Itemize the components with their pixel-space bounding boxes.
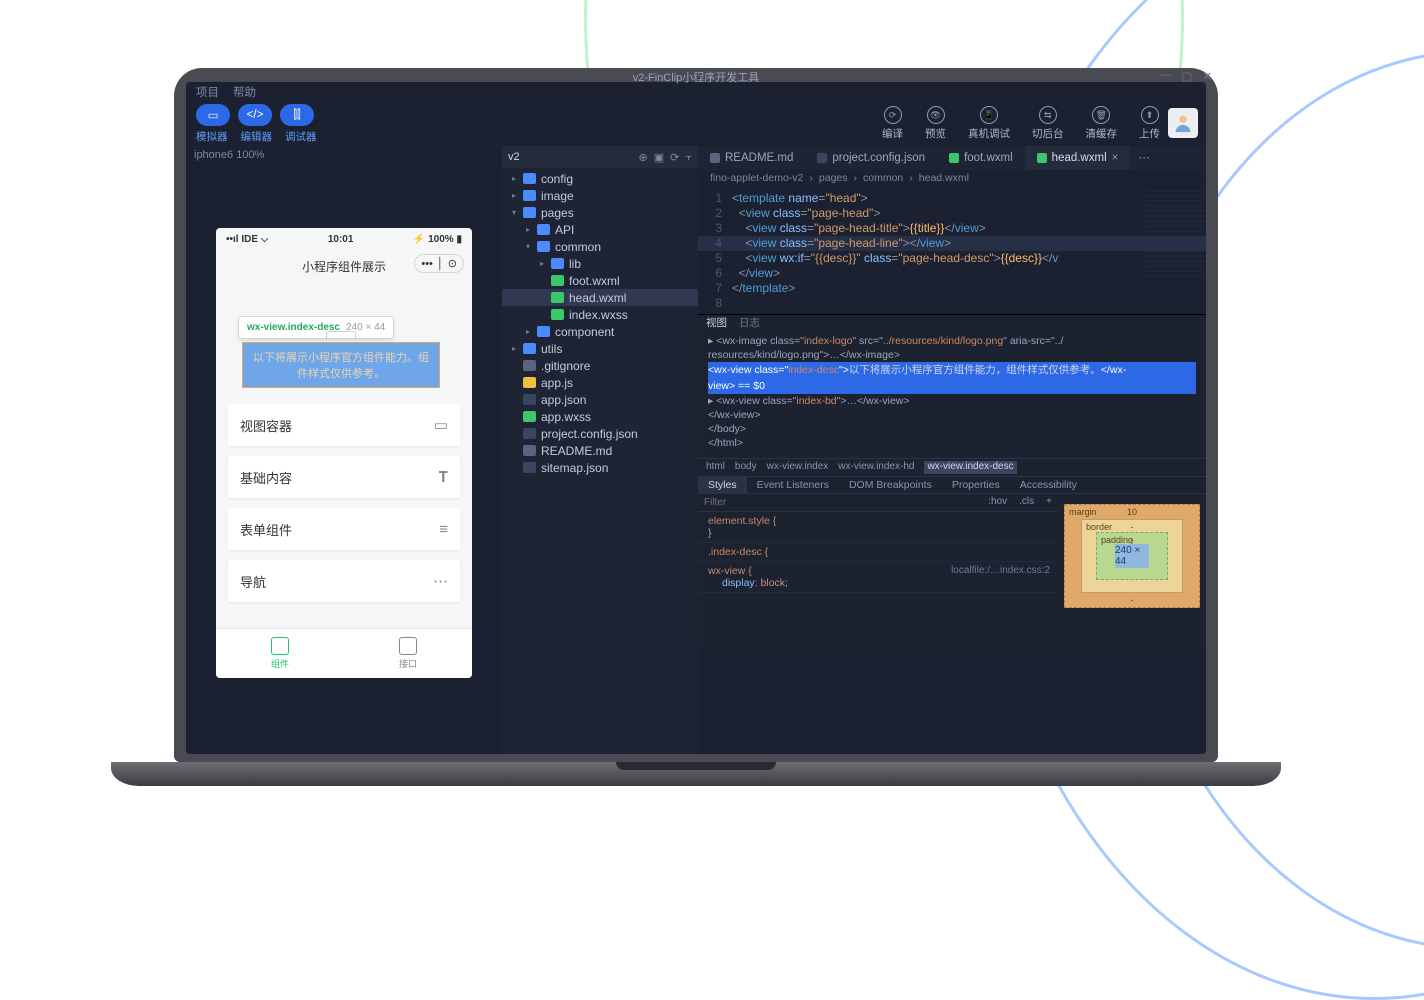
file-README.md[interactable]: README.md — [502, 442, 698, 459]
simulator-toggle[interactable]: ▭ — [196, 104, 230, 126]
style-tab-Event Listeners[interactable]: Event Listeners — [747, 477, 839, 493]
file-.gitignore[interactable]: .gitignore — [502, 357, 698, 374]
maximize-button[interactable]: ▢ — [1181, 82, 1192, 83]
css-rule[interactable]: element.style {} — [698, 512, 1058, 543]
refresh-icon[interactable]: ⟳ — [670, 151, 679, 164]
toolbar: ▭ </> ⫿⫿ 模拟器 编辑器 调试器 ⟳编译 👁预览 📱真机调试 ⇆切后台 🗑清缓存… — [186, 102, 1206, 146]
menu-project[interactable]: 项目 — [196, 84, 219, 100]
file-component[interactable]: ▸component — [502, 323, 698, 340]
toolbar-真机调试[interactable]: 📱真机调试 — [968, 106, 1010, 141]
tab-组件[interactable]: 组件 — [216, 629, 344, 678]
new-rule-button[interactable]: + — [1040, 494, 1058, 511]
crumb-common[interactable]: common — [863, 172, 903, 186]
devtools: 视图 日志 ▸ <wx-image class="index-logo" src… — [698, 314, 1206, 649]
style-tab-Properties[interactable]: Properties — [942, 477, 1010, 493]
menu-bar: 项目 帮助 v2-FinClip小程序开发工具 — ▢ ✕ — [186, 82, 1206, 102]
minimize-button[interactable]: — — [1160, 82, 1172, 83]
box-model[interactable]: margin 10 - border - padding - — [1058, 494, 1206, 649]
file-API[interactable]: ▸API — [502, 221, 698, 238]
laptop-frame: 项目 帮助 v2-FinClip小程序开发工具 — ▢ ✕ ▭ </> ⫿⫿ — [160, 68, 1232, 788]
new-file-icon[interactable]: ⊕ — [638, 151, 647, 164]
el-crumb-2[interactable]: wx-view.index — [767, 461, 829, 474]
file-foot.wxml[interactable]: foot.wxml — [502, 272, 698, 289]
simulator-panel: iphone6 100% ••ıl IDE ⌵ 10:01 ⚡ 100% ▮ 小… — [186, 146, 502, 754]
cls-toggle[interactable]: .cls — [1013, 494, 1040, 511]
crumb-pages[interactable]: pages — [819, 172, 848, 186]
file-config[interactable]: ▸config — [502, 170, 698, 187]
elements-panel[interactable]: ▸ <wx-image class="index-logo" src="../r… — [698, 332, 1206, 458]
tb-left-1: 编辑器 — [241, 129, 273, 144]
file-head.wxml[interactable]: head.wxml — [502, 289, 698, 306]
tb-left-0: 模拟器 — [196, 129, 228, 144]
tb-left-2: 调试器 — [285, 129, 317, 144]
code-area[interactable]: 1<template name="head">2 <view class="pa… — [698, 188, 1206, 314]
file-common[interactable]: ▾common — [502, 238, 698, 255]
status-left: ••ıl IDE ⌵ — [226, 234, 268, 245]
editor-panel: README.mdproject.config.jsonfoot.wxmlhea… — [698, 146, 1206, 754]
file-project.config.json[interactable]: project.config.json — [502, 425, 698, 442]
close-button[interactable]: ✕ — [1202, 82, 1206, 83]
editor-tab-project.config.json[interactable]: project.config.json — [805, 146, 937, 170]
collapse-icon[interactable]: ⫟ — [685, 151, 692, 164]
devtab-view[interactable]: 视图 — [706, 315, 727, 332]
toolbar-切后台[interactable]: ⇆切后台 — [1032, 106, 1064, 141]
editor-tab-head.wxml[interactable]: head.wxml× — [1025, 146, 1131, 170]
file-explorer: v2 ⊕ ▣ ⟳ ⫟ ▸config▸image▾pages▸API▾commo… — [502, 146, 698, 754]
status-right: ⚡ 100% ▮ — [413, 234, 462, 245]
toolbar-预览[interactable]: 👁预览 — [925, 106, 946, 141]
css-rule[interactable]: .index-desc {</div><div class="prop"><sp… — [698, 543, 1058, 562]
file-app.wxss[interactable]: app.wxss — [502, 408, 698, 425]
inspect-tooltip: wx-view.index-desc 240 × 44 — [238, 316, 394, 339]
window-controls: — ▢ ✕ — [1160, 82, 1206, 83]
el-crumb-4[interactable]: wx-view.index-desc — [924, 461, 1016, 474]
file-image[interactable]: ▸image — [502, 187, 698, 204]
file-sitemap.json[interactable]: sitemap.json — [502, 459, 698, 476]
crumb-head.wxml[interactable]: head.wxml — [919, 172, 969, 186]
style-tab-Accessibility[interactable]: Accessibility — [1010, 477, 1087, 493]
card-视图容器[interactable]: 视图容器▭ — [228, 404, 460, 446]
styles-filter-input[interactable] — [698, 494, 982, 511]
style-tab-Styles[interactable]: Styles — [698, 477, 747, 493]
toolbar-清缓存[interactable]: 🗑清缓存 — [1086, 106, 1118, 141]
el-crumb-0[interactable]: html — [706, 461, 725, 474]
window-title: v2-FinClip小程序开发工具 — [633, 82, 760, 88]
phone-preview: ••ıl IDE ⌵ 10:01 ⚡ 100% ▮ 小程序组件展示 •••│⊙ … — [216, 228, 472, 678]
file-app.json[interactable]: app.json — [502, 391, 698, 408]
file-utils[interactable]: ▸utils — [502, 340, 698, 357]
file-lib[interactable]: ▸lib — [502, 255, 698, 272]
toolbar-编译[interactable]: ⟳编译 — [882, 106, 903, 141]
el-crumb-1[interactable]: body — [735, 461, 757, 474]
menu-help[interactable]: 帮助 — [233, 84, 256, 100]
toolbar-上传[interactable]: ⬆上传 — [1139, 106, 1160, 141]
debugger-toggle[interactable]: ⫿⫿ — [280, 104, 314, 126]
editor-tab-foot.wxml[interactable]: foot.wxml — [937, 146, 1025, 170]
css-rule[interactable]: wx-view {localfile:/…index.css:2display:… — [698, 562, 1058, 593]
el-crumb-3[interactable]: wx-view.index-hd — [838, 461, 914, 474]
file-pages[interactable]: ▾pages — [502, 204, 698, 221]
minimap[interactable] — [1146, 190, 1204, 280]
crumb-fino-applet-demo-v2[interactable]: fino-applet-demo-v2 — [710, 172, 803, 186]
user-avatar[interactable] — [1168, 108, 1198, 138]
tab-接口[interactable]: 接口 — [344, 629, 472, 678]
card-表单组件[interactable]: 表单组件≡ — [228, 508, 460, 550]
app-title: 小程序组件展示 — [302, 258, 386, 275]
capsule-menu[interactable]: •••│⊙ — [414, 254, 464, 273]
file-app.js[interactable]: app.js — [502, 374, 698, 391]
card-导航[interactable]: 导航⋯ — [228, 560, 460, 602]
project-root[interactable]: v2 — [508, 151, 520, 163]
device-info[interactable]: iphone6 100% — [194, 149, 264, 161]
tabs-overflow[interactable]: ⋯ — [1130, 146, 1158, 170]
editor-toggle[interactable]: </> — [238, 104, 272, 126]
style-tab-DOM Breakpoints[interactable]: DOM Breakpoints — [839, 477, 942, 493]
card-基础内容[interactable]: 基础内容𝐓 — [228, 456, 460, 498]
selected-element[interactable]: 以下将展示小程序官方组件能力。组件样式仅供参考。 — [242, 342, 440, 388]
file-index.wxss[interactable]: index.wxss — [502, 306, 698, 323]
new-folder-icon[interactable]: ▣ — [654, 151, 664, 164]
devtab-log[interactable]: 日志 — [739, 315, 760, 332]
status-time: 10:01 — [328, 234, 354, 245]
hov-toggle[interactable]: :hov — [982, 494, 1013, 511]
editor-tab-README.md[interactable]: README.md — [698, 146, 805, 170]
